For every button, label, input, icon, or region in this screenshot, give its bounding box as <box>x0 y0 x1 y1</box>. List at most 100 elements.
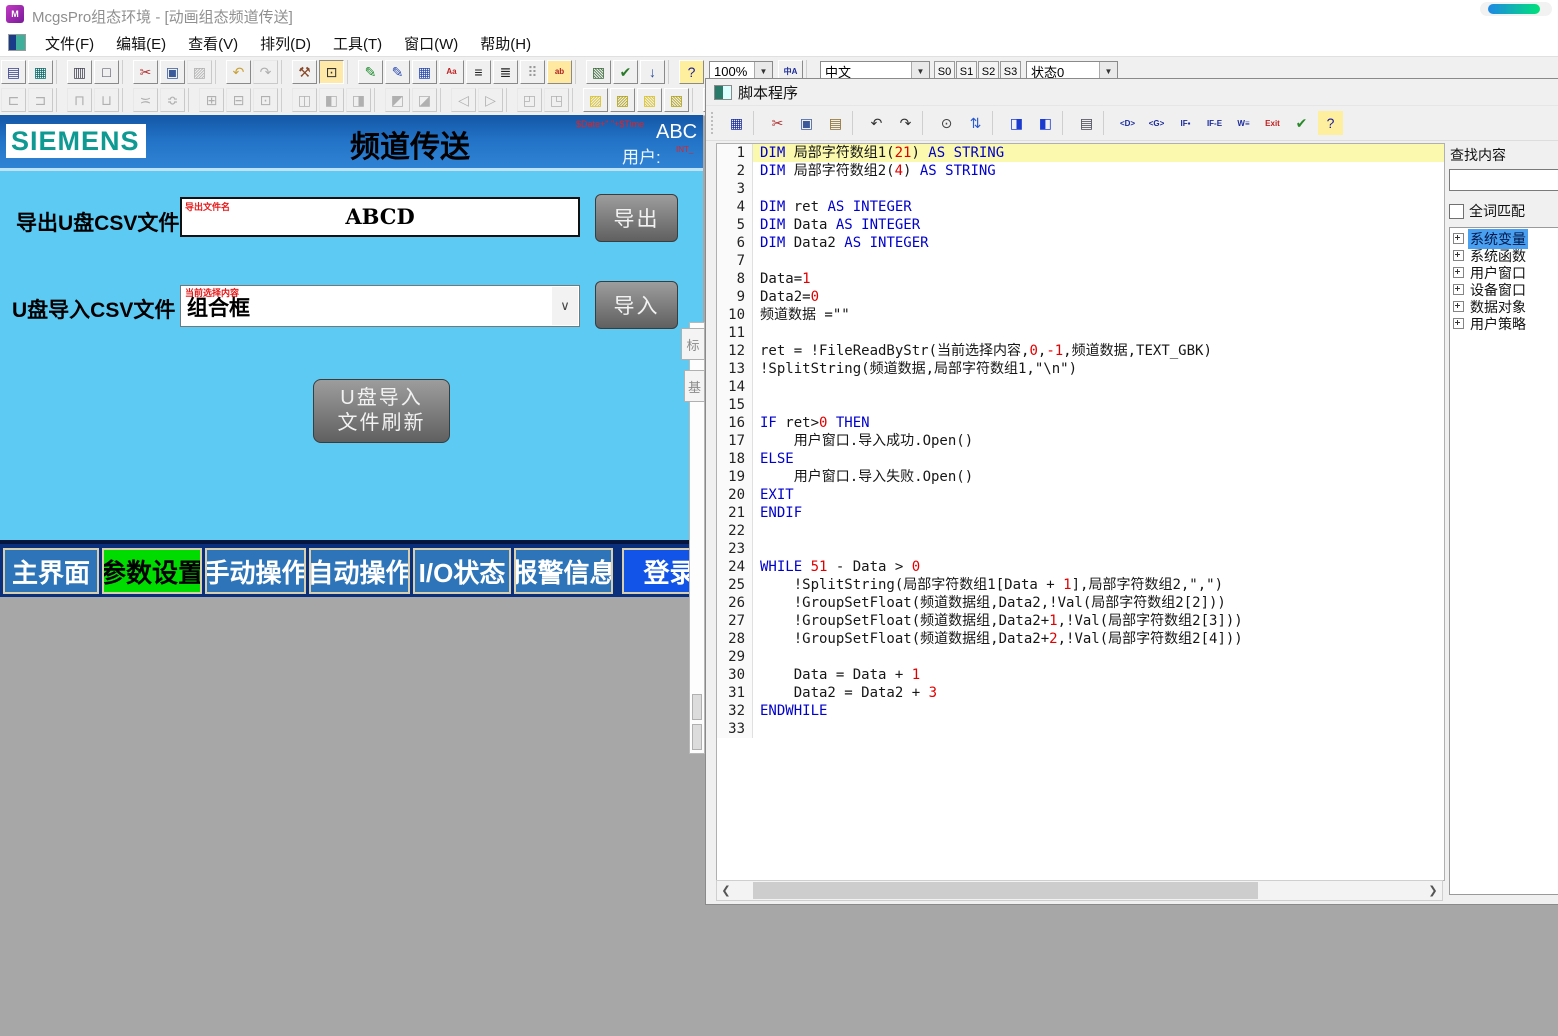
code-editor[interactable]: 1DIM 局部字符数组1(21) AS STRING2DIM 局部字符数组2(4… <box>716 143 1445 881</box>
expand-icon[interactable] <box>1453 250 1464 261</box>
tree-item-2[interactable]: 用户窗口 <box>1450 264 1558 281</box>
insert-data-icon[interactable]: <D> <box>1114 110 1141 136</box>
undo-icon[interactable]: ↶ <box>226 60 251 84</box>
code-line-7[interactable]: 7 <box>717 252 1444 270</box>
grid-dots-icon[interactable]: ⠿ <box>520 60 545 84</box>
expand-icon[interactable] <box>1453 301 1464 312</box>
code-line-23[interactable]: 23 <box>717 540 1444 558</box>
export-button[interactable]: 导出 <box>595 194 678 242</box>
export-filename-input[interactable]: 导出文件名 ABCD <box>180 197 580 237</box>
expand-icon[interactable] <box>1453 318 1464 329</box>
combo-dropdown-icon[interactable]: ∨ <box>552 287 578 325</box>
code-line-13[interactable]: 13!SplitString(频道数据,局部字符数组1,"\n") <box>717 360 1444 378</box>
code-line-30[interactable]: 30 Data = Data + 1 <box>717 666 1444 684</box>
copy-icon[interactable]: ▣ <box>160 60 185 84</box>
code-line-26[interactable]: 26 !GroupSetFloat(频道数据组,Data2,!Val(局部字符数… <box>717 594 1444 612</box>
import-button[interactable]: 导入 <box>595 281 678 329</box>
new-icon[interactable]: ▤ <box>1 60 26 84</box>
toolbar-drag-handle[interactable] <box>711 112 717 134</box>
hscroll-thumb[interactable] <box>753 882 1258 899</box>
toolbox-icon[interactable]: ⚒ <box>292 60 317 84</box>
code-line-17[interactable]: 17 用户窗口.导入成功.Open() <box>717 432 1444 450</box>
hidden-tab-basic[interactable]: 基 <box>684 370 705 402</box>
code-line-3[interactable]: 3 <box>717 180 1444 198</box>
nav-button-3[interactable]: 自动操作 <box>309 548 410 594</box>
import-file-combobox[interactable]: 当前选择内容 组合框 ∨ <box>180 285 580 327</box>
format-icon[interactable]: ⇅ <box>962 110 989 136</box>
code-line-32[interactable]: 32ENDWHILE <box>717 702 1444 720</box>
code-line-9[interactable]: 9Data2=0 <box>717 288 1444 306</box>
spell-abc-icon[interactable]: ab <box>547 60 572 84</box>
code-line-22[interactable]: 22 <box>717 522 1444 540</box>
code-line-6[interactable]: 6DIM Data2 AS INTEGER <box>717 234 1444 252</box>
insert-exit-icon[interactable]: Exit <box>1259 110 1286 136</box>
tree-item-4[interactable]: 数据对象 <box>1450 298 1558 315</box>
menu-item-1[interactable]: 编辑(E) <box>105 33 177 54</box>
code-line-8[interactable]: 8Data=1 <box>717 270 1444 288</box>
tree-item-0[interactable]: 系统变量 <box>1450 230 1558 247</box>
save-icon[interactable]: ▦ <box>723 110 750 136</box>
code-line-27[interactable]: 27 !GroupSetFloat(频道数据组,Data2+1,!Val(局部字… <box>717 612 1444 630</box>
insert-if-else-icon[interactable]: IF-E <box>1201 110 1228 136</box>
import-code-icon[interactable]: ◨ <box>1003 110 1030 136</box>
tree-item-1[interactable]: 系统函数 <box>1450 247 1558 264</box>
hmi-canvas[interactable]: SIEMENS 频道传送 $Date+" "+$Time ABC 用户: INT… <box>0 115 703 597</box>
undo-icon[interactable]: ↶ <box>863 110 890 136</box>
help-icon[interactable]: ? <box>679 60 704 84</box>
script-editor-window[interactable]: 脚本程序 ▦✂▣▤↶↷⊙⇅◨◧▤<D><G>IF▪IF-EW≡Exit✔? 1D… <box>705 78 1558 905</box>
code-line-2[interactable]: 2DIM 局部字符数组2(4) AS STRING <box>717 162 1444 180</box>
scroll-left-icon[interactable]: ❮ <box>717 881 735 900</box>
properties-icon[interactable]: ▧ <box>586 60 611 84</box>
code-line-29[interactable]: 29 <box>717 648 1444 666</box>
export-code-icon[interactable]: ◧ <box>1032 110 1059 136</box>
script-window-titlebar[interactable]: 脚本程序 <box>706 79 1558 105</box>
save-icon[interactable]: ▦ <box>28 60 53 84</box>
code-line-12[interactable]: 12ret = !FileReadByStr(当前选择内容,0,-1,频道数据,… <box>717 342 1444 360</box>
redo-icon[interactable]: ↷ <box>892 110 919 136</box>
menu-item-3[interactable]: 排列(D) <box>249 33 322 54</box>
code-line-5[interactable]: 5DIM Data AS INTEGER <box>717 216 1444 234</box>
code-line-15[interactable]: 15 <box>717 396 1444 414</box>
whole-word-row[interactable]: 全词匹配 <box>1449 201 1525 221</box>
code-line-28[interactable]: 28 !GroupSetFloat(频道数据组,Data2+2,!Val(局部字… <box>717 630 1444 648</box>
nav-button-4[interactable]: I/O状态 <box>413 548 511 594</box>
print-preview-icon[interactable]: □ <box>94 60 119 84</box>
find-input[interactable] <box>1449 169 1558 191</box>
code-line-31[interactable]: 31 Data2 = Data2 + 3 <box>717 684 1444 702</box>
nav-button-1[interactable]: 参数设置 <box>102 548 202 594</box>
tree-item-3[interactable]: 设备窗口 <box>1450 281 1558 298</box>
user-window-edit-icon[interactable]: ✎ <box>358 60 383 84</box>
insert-while-icon[interactable]: W≡ <box>1230 110 1257 136</box>
code-line-20[interactable]: 20EXIT <box>717 486 1444 504</box>
code-line-10[interactable]: 10频道数据 ="" <box>717 306 1444 324</box>
cut-icon[interactable]: ✂ <box>133 60 158 84</box>
code-line-33[interactable]: 33 <box>717 720 1444 738</box>
send-to-back-icon[interactable]: ▨ <box>610 88 635 112</box>
device-edit-icon[interactable]: ✎ <box>385 60 410 84</box>
nav-button-0[interactable]: 主界面 <box>3 548 99 594</box>
code-line-1[interactable]: 1DIM 局部字符数组1(21) AS STRING <box>717 144 1444 162</box>
code-hscrollbar[interactable]: ❮ ❯ <box>716 880 1443 901</box>
insert-global-icon[interactable]: <G> <box>1143 110 1170 136</box>
scroll-right-icon[interactable]: ❯ <box>1424 881 1442 900</box>
menu-item-0[interactable]: 文件(F) <box>34 33 105 54</box>
print-icon[interactable]: ▥ <box>67 60 92 84</box>
bring-forward-icon[interactable]: ▧ <box>637 88 662 112</box>
code-line-4[interactable]: 4DIM ret AS INTEGER <box>717 198 1444 216</box>
expand-icon[interactable] <box>1453 267 1464 278</box>
sort-icon[interactable]: ↓ <box>640 60 665 84</box>
menu-item-5[interactable]: 窗口(W) <box>393 33 469 54</box>
code-line-18[interactable]: 18ELSE <box>717 450 1444 468</box>
syntax-check-icon[interactable]: ✔ <box>1288 110 1315 136</box>
expand-icon[interactable] <box>1453 284 1464 295</box>
code-line-24[interactable]: 24WHILE 51 - Data > 0 <box>717 558 1444 576</box>
send-backward-icon[interactable]: ▧ <box>664 88 689 112</box>
insert-if-icon[interactable]: IF▪ <box>1172 110 1199 136</box>
usb-refresh-button[interactable]: U盘导入 文件刷新 <box>313 379 450 443</box>
font-icon[interactable]: Aa <box>439 60 464 84</box>
align-list-icon[interactable]: ≣ <box>493 60 518 84</box>
bring-to-front-icon[interactable]: ▨ <box>583 88 608 112</box>
char-grid-icon[interactable]: ▦ <box>412 60 437 84</box>
tree-item-5[interactable]: 用户策略 <box>1450 315 1558 332</box>
menu-item-2[interactable]: 查看(V) <box>177 33 249 54</box>
